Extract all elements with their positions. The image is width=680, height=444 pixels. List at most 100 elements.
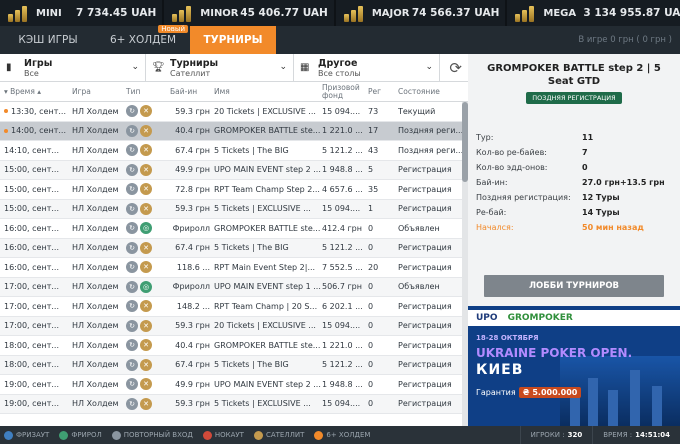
row-time-text: 17:00, сент...: [4, 282, 59, 292]
info-row: Тур: 11: [476, 130, 672, 145]
row-type: ↻ ✕: [126, 202, 170, 215]
satellite-icon: ✕: [140, 378, 152, 391]
row-game: НЛ Холдем: [72, 282, 119, 292]
upo-logo: UPO: [476, 313, 498, 323]
promo-banner[interactable]: UPO GROMPOKER 18-28 ОКТЯБРЯ UKRAINE POKE…: [468, 306, 680, 426]
row-game: НЛ Холдем: [72, 379, 119, 389]
legend-label: САТЕЛЛИТ: [265, 431, 305, 439]
reentry-icon: ↻: [126, 222, 138, 235]
players-count: ИГРОКИ :320: [519, 426, 593, 444]
row-buyin: 67.4 грн: [175, 360, 210, 370]
filter-other[interactable]: ▦ Другое Все столы ⌄: [294, 54, 440, 81]
tournament-info: Тур: 11 Кол-во ре-байев: 7 Кол-во эдд-онов: 0…: [468, 130, 680, 235]
tab-tournaments[interactable]: ТУРНИРЫ: [190, 26, 276, 54]
filter-bar: ▮ Игры Все ⌄ 🏆︎ Турниры Сателлит ⌄ ▦ Дру…: [0, 54, 468, 82]
row-name: 20 Tickets | EXCLUSIVE ...: [214, 321, 316, 331]
tab-cash-games[interactable]: КЭШ ИГРЫ: [0, 26, 96, 54]
table-row[interactable]: 19:00, сент... НЛ Холдем ↻ ✕ 49.9 грн UPO MAI…: [0, 375, 468, 395]
column-time[interactable]: ▾ Время ▴: [0, 87, 72, 96]
filter-tournaments[interactable]: 🏆︎ Турниры Сателлит ⌄: [146, 54, 294, 81]
column-prize[interactable]: Призовой фонд: [322, 83, 368, 100]
freeroll-icon: ◎: [140, 280, 152, 293]
info-value: 7: [582, 148, 588, 157]
table-row[interactable]: 16:00, сент... НЛ Холдем ↻ ◎ Фриролл GROMPOKE…: [0, 219, 468, 239]
row-time-text: 15:00, сент...: [4, 184, 59, 194]
row-status: Регистрация: [398, 340, 452, 350]
row-reg: 17: [368, 126, 379, 136]
row-name: 5 Tickets | The BIG: [214, 360, 289, 370]
row-time-text: 17:00, сент...: [4, 321, 59, 331]
column-name[interactable]: Имя: [214, 87, 322, 96]
in-game-balance: В игре 0 грн ( 0 грн ): [578, 35, 672, 45]
row-buyin: 67.4 грн: [175, 243, 210, 253]
time-label: ВРЕМЯ :: [603, 431, 633, 439]
table-icon: ▦: [300, 62, 310, 73]
filter-games[interactable]: ▮ Игры Все ⌄: [0, 54, 146, 81]
table-row[interactable]: 18:00, сент... НЛ Холдем ↻ ✕ 67.4 грн 5 Ticke…: [0, 355, 468, 375]
row-prize: 412.4 грн: [322, 223, 362, 233]
chevron-down-icon: ⌄: [131, 62, 139, 72]
refresh-icon[interactable]: ⟳: [449, 59, 462, 77]
row-status: Регистрация: [398, 262, 452, 272]
row-status: Поздняя реги...: [398, 126, 464, 136]
row-game: НЛ Холдем: [72, 106, 119, 116]
table-row[interactable]: 17:00, сент... НЛ Холдем ↻ ✕ 148.2 ... RPT Te…: [0, 297, 468, 317]
row-time-text: 18:00, сент...: [4, 340, 59, 350]
table-row[interactable]: 15:00, сент... НЛ Холдем ↻ ✕ 49.9 грн UPO MAI…: [0, 160, 468, 180]
jackpot-name: MAJOR: [371, 7, 410, 19]
row-time: 15:00, сент...: [0, 204, 72, 213]
info-key: Ре-бай:: [476, 208, 507, 217]
chevron-down-icon: ⌄: [279, 62, 287, 72]
table-row[interactable]: 14:00, сент... НЛ Холдем ↻ ✕ 40.4 грн GROMPOK…: [0, 121, 468, 141]
table-row[interactable]: 15:00, сент... НЛ Холдем ↻ ✕ 72.8 грн RPT Tea…: [0, 180, 468, 200]
legend-reentry: ПОВТОРНЫЙ ВХОД: [111, 430, 193, 440]
table-row[interactable]: 16:00, сент... НЛ Холдем ↻ ✕ 118.6 ... RPT Ma…: [0, 258, 468, 278]
table-row[interactable]: 18:00, сент... НЛ Холдем ↻ ✕ 40.4 грн GROMPOK…: [0, 336, 468, 356]
row-name: 20 Tickets | EXCLUSIVE ...: [214, 106, 316, 116]
column-status[interactable]: Состояние: [398, 87, 468, 96]
info-value: 27.0 грн+13.5 грн: [582, 178, 665, 187]
legend-six-plus: 6+ ХОЛДЕМ: [314, 430, 370, 440]
row-time: 16:00, сент...: [0, 263, 72, 272]
column-game[interactable]: Игра: [72, 87, 126, 96]
row-prize: 1 948.8 ...: [322, 165, 363, 175]
table-row[interactable]: 16:00, сент... НЛ Холдем ↻ ✕ 67.4 грн 5 Ticke…: [0, 238, 468, 258]
row-game: НЛ Холдем: [72, 243, 119, 253]
info-key: Тур:: [476, 133, 494, 142]
row-type: ↻ ✕: [126, 358, 170, 371]
row-buyin: 59.3 грн: [175, 204, 210, 214]
info-row: Поздняя регистрация: 12 Туры: [476, 190, 672, 205]
table-row[interactable]: 13:30, сент... НЛ Холдем ↻ ✕ 59.3 грн 20 Tick…: [0, 102, 468, 122]
jackpot-bar: MINI 7 734.45 UAH MINOR 45 406.77 UAH MA…: [0, 0, 680, 26]
table-row[interactable]: 17:00, сент... НЛ Холдем ↻ ◎ Фриролл UPO MAIN…: [0, 277, 468, 297]
reentry-icon: ↻: [126, 397, 138, 410]
row-name: GROMPOKER BATTLE ste...: [214, 223, 321, 233]
jackpot-name: MINOR: [200, 7, 239, 19]
column-reg[interactable]: Рег: [368, 87, 398, 96]
jackpot-major: MAJOR 74 566.37 UAH: [336, 0, 508, 26]
legend-satellite: САТЕЛЛИТ: [253, 430, 305, 440]
tab-six-plus-holdem[interactable]: 6+ ХОЛДЕМ Новый: [96, 25, 190, 54]
live-dot: [4, 109, 8, 114]
info-row: Кол-во ре-байев: 7: [476, 145, 672, 160]
players-label: ИГРОКИ :: [530, 431, 565, 439]
row-time-text: 16:00, сент...: [4, 243, 59, 253]
row-reg: 43: [368, 145, 379, 155]
table-row[interactable]: 17:00, сент... НЛ Холдем ↻ ✕ 59.3 грн 20 Tick…: [0, 316, 468, 336]
row-status: Регистрация: [398, 243, 452, 253]
tournament-lobby-button[interactable]: ЛОББИ ТУРНИРОВ: [484, 275, 664, 297]
table-row[interactable]: 19:00, сент... НЛ Холдем ↻ ✕ 59.3 грн 5 Ticke…: [0, 394, 468, 414]
row-time-text: 16:00, сент...: [4, 223, 59, 233]
column-buyin[interactable]: Бай-ин: [170, 87, 214, 96]
info-value: 12 Туры: [582, 193, 620, 202]
grompoker-logo: GROMPOKER: [507, 313, 573, 323]
footer-bar: ФРИЗАУТ ФРИРОЛ ПОВТОРНЫЙ ВХОД НОКАУТ САТ…: [0, 426, 680, 444]
row-time: 14:10, сент...: [0, 146, 72, 155]
table-row[interactable]: 14:10, сент... НЛ Холдем ↻ ✕ 67.4 грн 5 Ticke…: [0, 141, 468, 161]
table-row[interactable]: 15:00, сент... НЛ Холдем ↻ ✕ 59.3 грн 5 Ticke…: [0, 199, 468, 219]
row-type: ↻ ✕: [126, 397, 170, 410]
row-buyin: 59.3 грн: [175, 106, 210, 116]
row-reg: 73: [368, 106, 379, 116]
row-type: ↻ ◎: [126, 280, 170, 293]
column-type[interactable]: Тип: [126, 87, 170, 96]
